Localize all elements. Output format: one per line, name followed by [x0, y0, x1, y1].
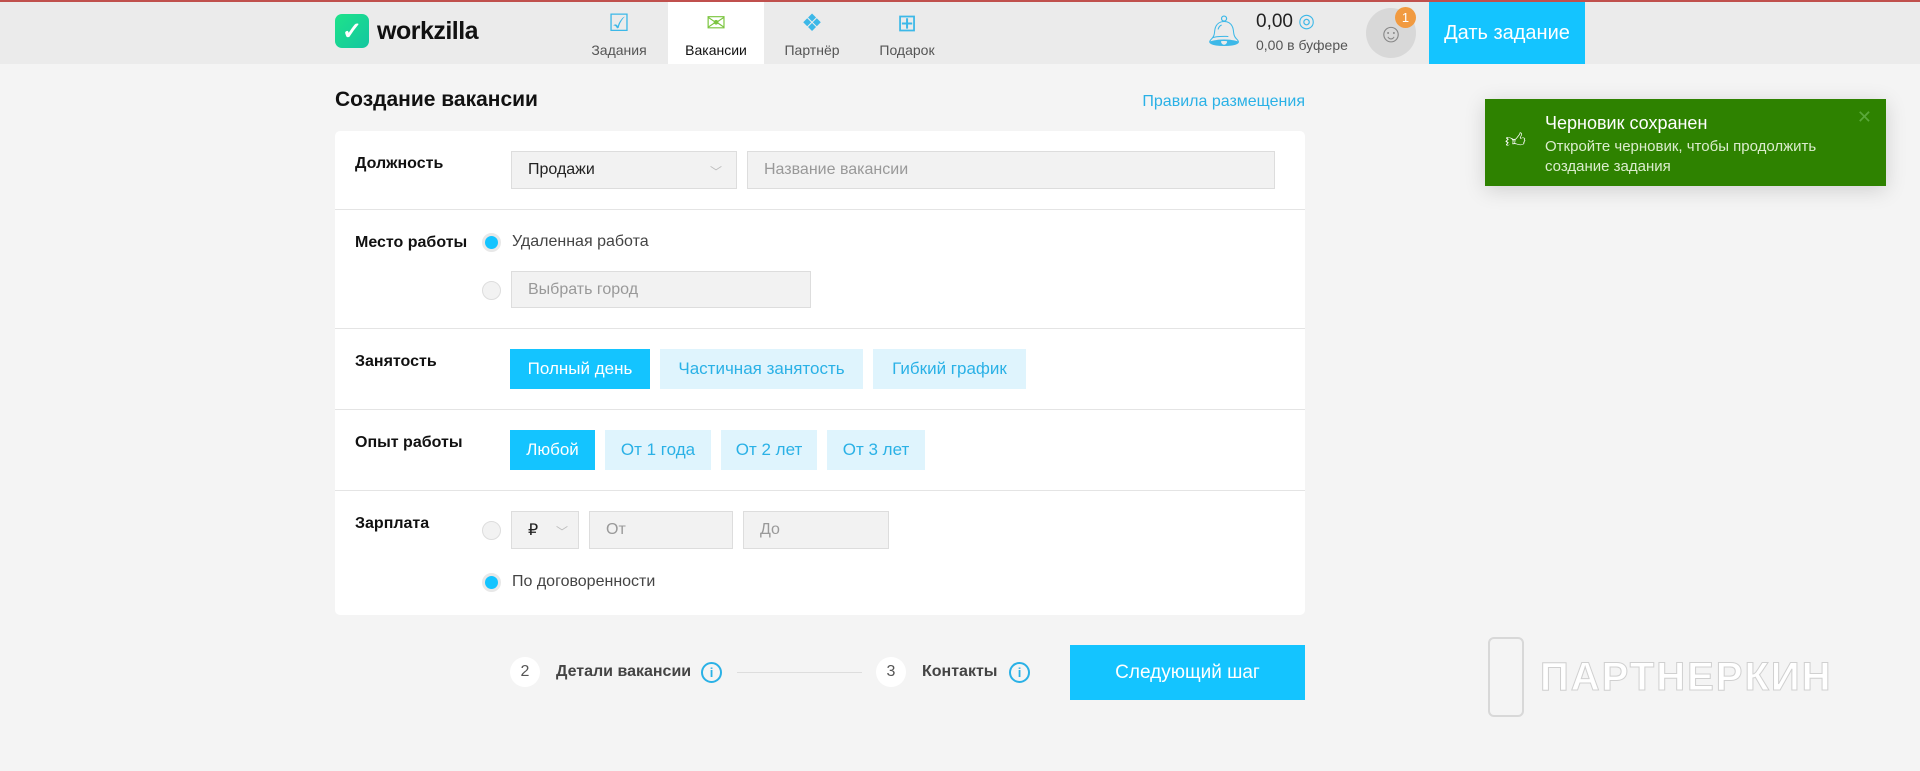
gift-icon: ⊞ [896, 10, 918, 37]
divider [335, 409, 1305, 410]
watermark-text: ПАРТНЕРКИН [1540, 654, 1833, 699]
logo-check-icon: ✓ [335, 14, 369, 48]
nav-label: Партнёр [784, 42, 840, 58]
vacancy-name-placeholder: Название вакансии [764, 161, 909, 178]
notification-badge: 1 [1395, 7, 1416, 28]
balance[interactable]: 0,00 ◎ 0,00 в буфере [1256, 10, 1348, 53]
briefcase-icon: ✉ [705, 10, 727, 37]
employment-flexible[interactable]: Гибкий график [873, 349, 1026, 389]
remote-radio[interactable] [482, 233, 501, 252]
salary-from-placeholder: От [606, 521, 626, 538]
employment-label: Занятость [355, 353, 437, 370]
nav-label: Задания [591, 42, 647, 58]
watermark: ПАРТНЕРКИН [1488, 637, 1833, 717]
handshake-icon: ❖ [801, 10, 823, 37]
coins-icon: ◎ [1298, 11, 1315, 32]
info-icon[interactable]: i [1009, 662, 1030, 683]
divider [335, 209, 1305, 210]
position-label: Должность [355, 155, 444, 172]
currency-value: ₽ [528, 522, 539, 539]
salary-range-radio[interactable] [482, 521, 501, 540]
next-step-button[interactable]: Следующий шаг [1070, 645, 1305, 700]
vacancy-name-input[interactable]: Название вакансии [747, 151, 1275, 189]
experience-label: Опыт работы [355, 434, 463, 451]
city-input[interactable]: Выбрать город [511, 271, 811, 308]
draft-saved-toast: 👍︎ Черновик сохранен Откройте черновик, … [1485, 99, 1886, 186]
header [0, 2, 1920, 64]
step-number: 3 [876, 657, 906, 687]
rules-link[interactable]: Правила размещения [1135, 93, 1305, 111]
city-placeholder: Выбрать город [528, 280, 639, 298]
page-title: Создание вакансии [335, 88, 538, 111]
nav-tasks[interactable]: ☑ Задания [580, 2, 658, 64]
experience-1-year[interactable]: От 1 года [605, 430, 711, 470]
experience-3-years[interactable]: От 3 лет [827, 430, 925, 470]
bell-icon[interactable]: 🔔︎ [1205, 14, 1243, 49]
logo-text: workzilla [377, 16, 479, 45]
negotiable-label: По договоренности [512, 573, 656, 590]
divider [335, 328, 1305, 329]
category-value: Продажи [528, 161, 595, 178]
salary-label: Зарплата [355, 515, 430, 532]
nav-partner[interactable]: ❖ Партнёр [772, 2, 852, 64]
nav-vacancies[interactable]: ✉ Вакансии [668, 2, 764, 64]
toast-title: Черновик сохранен [1545, 113, 1708, 133]
negotiable-radio[interactable] [482, 573, 501, 592]
employment-part-time[interactable]: Частичная занятость [660, 349, 863, 389]
logo[interactable]: ✓ workzilla [335, 14, 479, 48]
balance-value: 0,00 [1256, 11, 1293, 32]
city-radio[interactable] [482, 281, 501, 300]
chevron-down-icon: ﹀ [709, 165, 722, 179]
watermark-logo-icon [1488, 637, 1524, 717]
step-label: Контакты [922, 663, 998, 680]
buffer-value: 0,00 в буфере [1256, 37, 1348, 53]
currency-select[interactable]: ₽ ﹀ [511, 511, 579, 549]
category-select[interactable]: Продажи ﹀ [511, 151, 737, 189]
nav-gift[interactable]: ⊞ Подарок [866, 2, 948, 64]
place-label: Место работы [355, 234, 468, 251]
step-label: Детали вакансии [556, 663, 692, 680]
step-number: 2 [510, 657, 540, 687]
step-connector [737, 672, 862, 673]
nav-label: Вакансии [685, 42, 747, 58]
employment-full-day[interactable]: Полный день [510, 349, 650, 389]
salary-to-input[interactable]: До [743, 511, 889, 549]
experience-2-years[interactable]: От 2 лет [721, 430, 817, 470]
close-icon[interactable]: ✕ [1857, 107, 1872, 128]
experience-any[interactable]: Любой [510, 430, 595, 470]
divider [335, 490, 1305, 491]
nav-label: Подарок [879, 42, 935, 58]
tasks-icon: ☑ [608, 10, 630, 37]
salary-from-input[interactable]: От [589, 511, 733, 549]
give-task-button[interactable]: Дать задание [1429, 2, 1585, 64]
chevron-down-icon: ﹀ [555, 525, 568, 539]
toast-text: Откройте черновик, чтобы продолжить созд… [1545, 138, 1817, 175]
salary-to-placeholder: До [760, 521, 780, 538]
remote-label: Удаленная работа [512, 233, 649, 250]
info-icon[interactable]: i [701, 662, 722, 683]
thumbs-up-icon: 👍︎ [1505, 130, 1526, 152]
